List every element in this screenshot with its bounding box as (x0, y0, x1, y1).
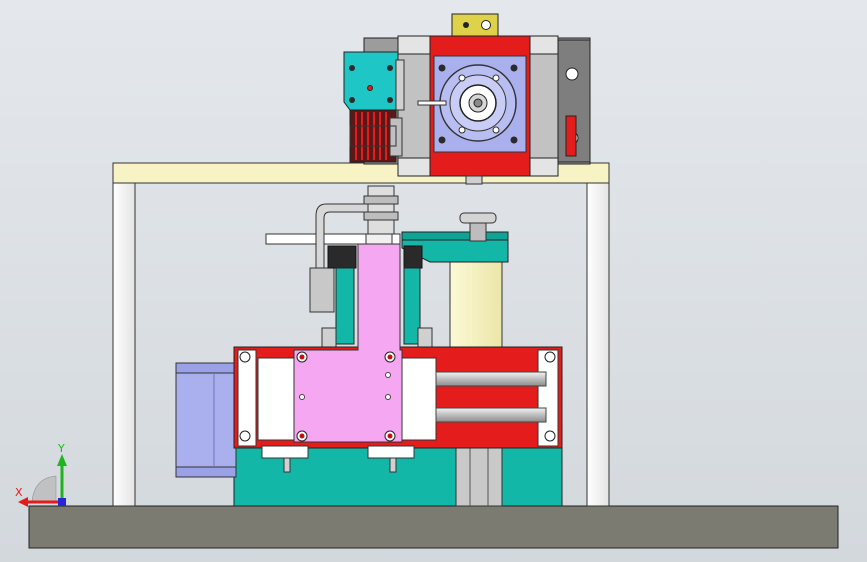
vertical-shaft (367, 185, 395, 235)
base-plate (28, 505, 839, 549)
frame-leg-right (586, 179, 610, 507)
top-knob[interactable] (459, 212, 497, 224)
triad-plane-icon (31, 475, 57, 503)
left-sensor-block (309, 267, 335, 313)
z-axis-origin-icon (58, 498, 66, 506)
y-axis-label: Y (57, 442, 65, 455)
yellow-top-tab (451, 13, 499, 37)
assembly-drawing (28, 13, 839, 549)
cad-viewport[interactable]: Y X (0, 0, 867, 562)
guide-rod-lower (435, 407, 547, 423)
side-cylinder (175, 362, 237, 478)
coordinate-triad: Y X (15, 442, 67, 507)
guide-rod-upper (435, 371, 547, 387)
bottom-clamp-left (261, 445, 309, 459)
x-axis-label: X (15, 486, 23, 499)
bottom-clamp-right (367, 445, 415, 459)
indicator-pin (417, 100, 447, 106)
frame-leg-left (112, 179, 136, 507)
linear-guide-rail (455, 445, 503, 507)
